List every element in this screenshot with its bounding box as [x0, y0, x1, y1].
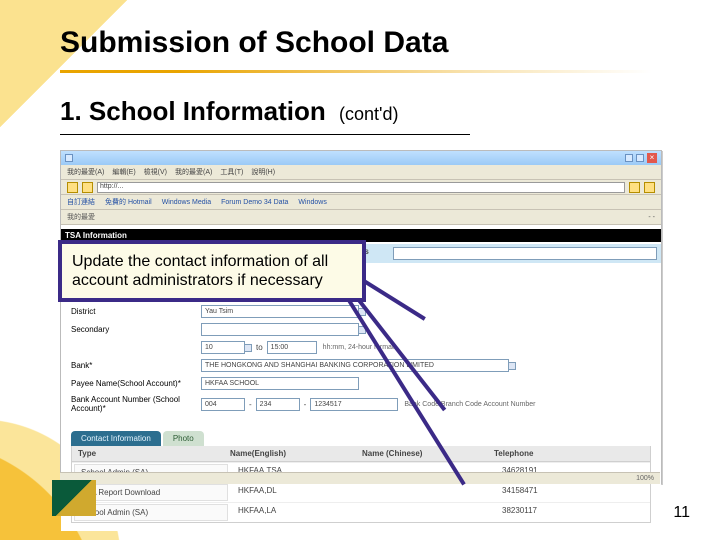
cell-name-en: HKFAA,LA: [232, 503, 364, 522]
payee-input[interactable]: HKFAA SCHOOL: [201, 377, 359, 390]
minimize-button[interactable]: [625, 154, 633, 162]
table-row: School Admin (SA) HKFAA,LA 38230117: [72, 502, 650, 522]
cell-type[interactable]: TSA Report Download: [74, 484, 228, 501]
cell-telephone: 38230117: [496, 503, 650, 522]
time-row: 10 to 15:00 hh:mm, 24-hour format: [71, 341, 651, 354]
forward-icon[interactable]: [82, 182, 93, 193]
subtitle-underline: [60, 134, 470, 135]
cell-name-zh: [364, 503, 496, 522]
cell-type[interactable]: School Admin (SA): [74, 504, 228, 521]
payee-row: Payee Name(School Account)* HKFAA SCHOOL: [71, 377, 651, 390]
row-select[interactable]: [201, 323, 359, 336]
time-note: hh:mm, 24-hour format: [323, 344, 394, 351]
row-select[interactable]: Yau Tsim: [201, 305, 359, 318]
bank-row: Bank* THE HONGKONG AND SHANGHAI BANKING …: [71, 359, 651, 372]
chevron-down-icon[interactable]: [508, 362, 516, 370]
menu-item[interactable]: 說明(H): [251, 167, 275, 177]
window-icon: [65, 154, 73, 162]
subtitle-contd: (cont'd): [339, 104, 398, 124]
account-note: Bank Code Branch Code Account Number: [404, 401, 535, 408]
menu-item[interactable]: 編輯(E): [112, 167, 135, 177]
favorites-bar: 我的最愛 - -: [61, 210, 661, 225]
status-bar: 100%: [60, 472, 660, 484]
bank-label: Bank*: [71, 361, 201, 370]
time-min-input[interactable]: 15:00: [267, 341, 317, 354]
menu-item[interactable]: 工具(T): [220, 167, 243, 177]
link-item[interactable]: Windows Media: [162, 199, 211, 206]
menu-item[interactable]: 我的最愛(A): [67, 167, 104, 177]
grid-header: Type Name(English) Name (Chinese) Teleph…: [72, 446, 650, 462]
contact-grid: Type Name(English) Name (Chinese) Teleph…: [71, 446, 651, 523]
subtitle-text: 1. School Information: [60, 96, 326, 126]
acctnum-input[interactable]: 1234517: [310, 398, 398, 411]
menu-item[interactable]: 檢視(V): [144, 167, 167, 177]
window-titlebar: ×: [61, 151, 661, 165]
address-bar: http://...: [61, 180, 661, 195]
page-number: 11: [673, 504, 690, 522]
payee-label: Payee Name(School Account)*: [71, 379, 201, 388]
time-to-select[interactable]: 10: [201, 341, 245, 354]
maximize-button[interactable]: [636, 154, 644, 162]
bankcode-input[interactable]: 004: [201, 398, 245, 411]
col-name-en: Name(English): [224, 446, 356, 461]
ea-logo: [52, 480, 96, 516]
link-item[interactable]: Windows: [298, 199, 326, 206]
home-icon[interactable]: [644, 182, 655, 193]
slide-title: Submission of School Data: [60, 26, 448, 60]
bank-select[interactable]: THE HONGKONG AND SHANGHAI BANKING CORPOR…: [201, 359, 509, 372]
title-underline: [60, 70, 652, 73]
menu-item[interactable]: 我的最愛(A): [175, 167, 212, 177]
others-input[interactable]: [393, 247, 657, 260]
chevron-down-icon[interactable]: [244, 344, 252, 352]
menu-bar: 我的最愛(A) 編輯(E) 檢視(V) 我的最愛(A) 工具(T) 說明(H): [61, 165, 661, 180]
cell-telephone: 34158471: [496, 483, 650, 502]
tab-contact-info[interactable]: Contact Information: [71, 431, 161, 446]
cell-name-zh: [364, 483, 496, 502]
url-field[interactable]: http://...: [97, 182, 625, 193]
zoom-level: 100%: [636, 475, 654, 482]
account-row: Bank Account Number (School Account)* 00…: [71, 395, 651, 413]
tab-strip: Contact Information Photo: [71, 431, 651, 446]
slide-subtitle: 1. School Information (cont'd): [60, 96, 399, 127]
branchcode-input[interactable]: 234: [256, 398, 300, 411]
cell-name-en: HKFAA,DL: [232, 483, 364, 502]
col-telephone: Telephone: [488, 446, 650, 461]
to-label: to: [256, 343, 263, 352]
row-label: Secondary: [71, 325, 201, 334]
links-bar: 自訂連結 免費的 Hotmail Windows Media Forum Dem…: [61, 195, 661, 210]
link-item[interactable]: 免費的 Hotmail: [105, 197, 152, 207]
account-label: Bank Account Number (School Account)*: [71, 395, 201, 413]
link-item[interactable]: 自訂連結: [67, 197, 95, 207]
col-name-zh: Name (Chinese): [356, 446, 488, 461]
table-row: TSA Report Download HKFAA,DL 34158471: [72, 482, 650, 502]
col-type: Type: [72, 446, 224, 461]
go-icon[interactable]: [629, 182, 640, 193]
back-icon[interactable]: [67, 182, 78, 193]
tab-photo[interactable]: Photo: [163, 431, 204, 446]
link-item[interactable]: Forum Demo 34 Data: [221, 199, 288, 206]
favorites-label[interactable]: 我的最愛: [67, 212, 95, 222]
row-label: District: [71, 307, 201, 316]
callout-box: Update the contact information of all ac…: [58, 240, 366, 302]
page-tools: - -: [648, 214, 655, 221]
close-button[interactable]: ×: [647, 153, 657, 163]
